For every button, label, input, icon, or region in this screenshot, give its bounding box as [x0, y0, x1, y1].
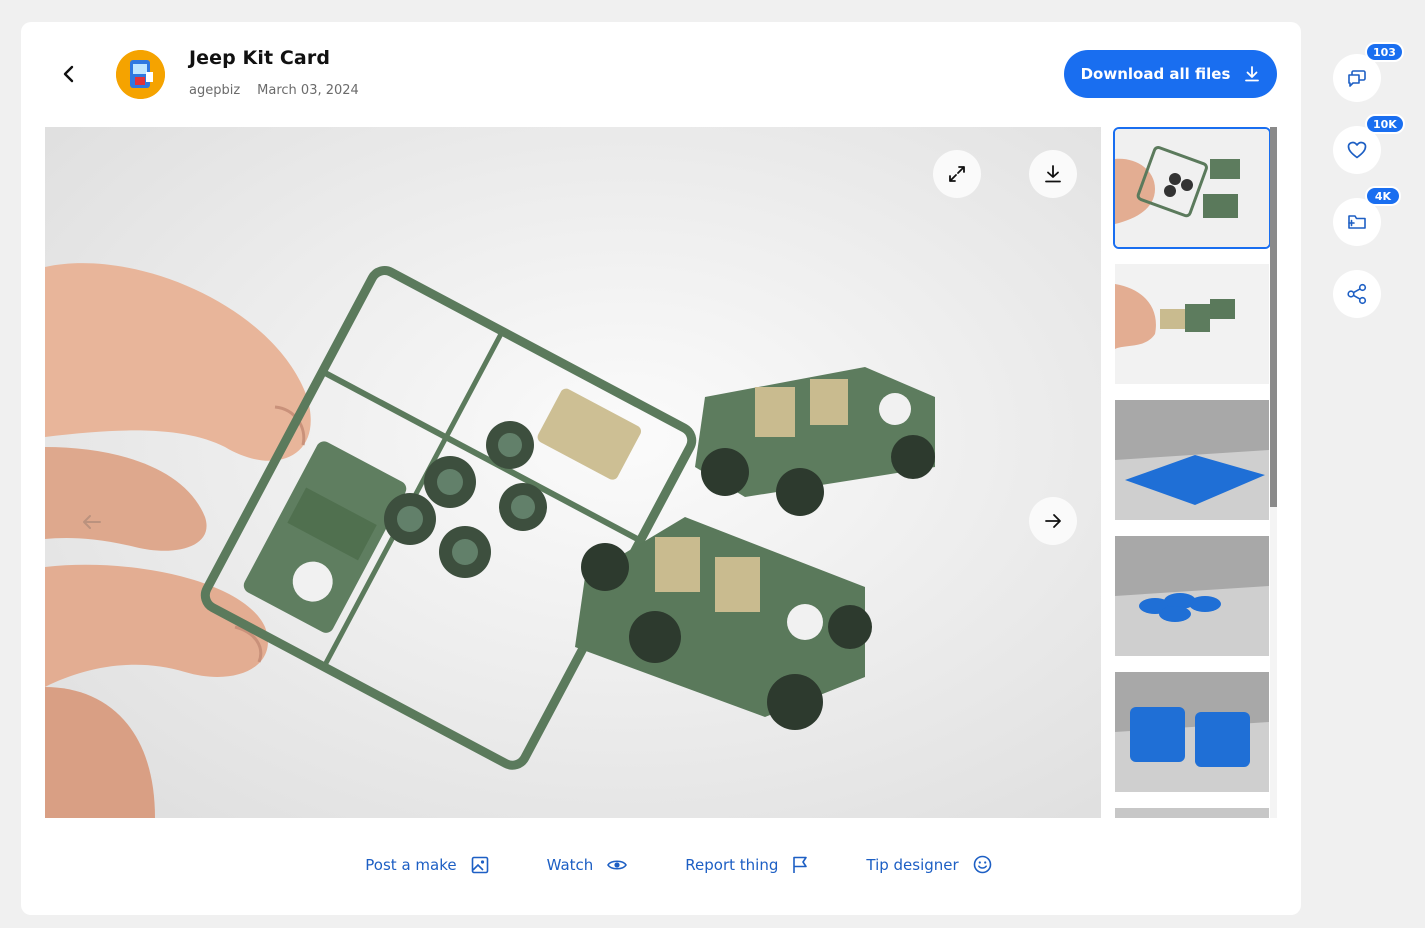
post-make-label: Post a make — [365, 855, 457, 874]
download-all-label: Download all files — [1080, 65, 1231, 83]
folder-add-icon — [1348, 215, 1366, 229]
author-link[interactable]: agepbiz — [189, 83, 240, 98]
thing-meta: agepbiz March 03, 2024 — [189, 83, 359, 98]
report-label: Report thing — [685, 855, 779, 874]
share-button[interactable] — [1333, 270, 1381, 318]
scrollbar-thumb[interactable] — [1270, 127, 1277, 507]
arrow-right-icon — [1045, 514, 1061, 528]
thumbnail-1[interactable] — [1113, 127, 1271, 249]
smiley-icon — [973, 855, 992, 874]
watch-label: Watch — [546, 855, 594, 874]
designer-avatar[interactable] — [116, 50, 165, 99]
tip-designer-button[interactable]: Tip designer — [866, 855, 992, 874]
thumbnail-4[interactable] — [1115, 536, 1269, 656]
post-make-button[interactable]: Post a make — [365, 855, 488, 874]
download-icon — [1045, 165, 1061, 183]
comments-count-badge: 103 — [1365, 42, 1404, 62]
main-photo — [45, 127, 1101, 818]
watch-button[interactable]: Watch — [547, 855, 628, 874]
thumbnail-scrollbar[interactable] — [1270, 127, 1277, 818]
report-thing-button[interactable]: Report thing — [685, 855, 808, 874]
thumbnail-3[interactable] — [1115, 400, 1269, 520]
download-image-button[interactable] — [1029, 150, 1077, 198]
likes-count-badge: 10K — [1365, 114, 1405, 134]
add-to-collection-button[interactable]: 4K — [1333, 186, 1401, 246]
next-image-button[interactable] — [1029, 497, 1077, 545]
download-icon — [1245, 66, 1260, 82]
heart-icon — [1347, 141, 1367, 159]
thumbnail-list[interactable] — [1113, 127, 1273, 818]
fullscreen-button[interactable] — [933, 150, 981, 198]
page-title: Jeep Kit Card — [189, 47, 331, 69]
arrow-left-icon — [83, 515, 101, 529]
publish-date: March 03, 2024 — [257, 83, 359, 98]
main-image-viewer[interactable] — [45, 127, 1101, 818]
thumbnail-2[interactable] — [1115, 264, 1269, 384]
chevron-left-icon — [63, 65, 74, 83]
flag-icon — [793, 856, 808, 873]
collections-count-badge: 4K — [1365, 186, 1401, 206]
thumbnail-5[interactable] — [1115, 672, 1269, 792]
like-button[interactable]: 10K — [1333, 114, 1405, 174]
back-button[interactable] — [55, 60, 83, 88]
comments-button[interactable]: 103 — [1333, 42, 1404, 102]
image-icon — [471, 856, 488, 873]
prev-image-button[interactable] — [80, 510, 104, 538]
expand-icon — [949, 166, 965, 182]
share-icon — [1347, 283, 1367, 305]
thumbnail-6[interactable] — [1115, 808, 1269, 818]
eye-icon — [607, 859, 628, 870]
comments-icon — [1348, 70, 1366, 87]
download-all-button[interactable]: Download all files — [1064, 50, 1277, 98]
tip-label: Tip designer — [866, 855, 959, 874]
thing-actions: Post a make Watch Report thing Tip desig… — [21, 855, 1301, 874]
